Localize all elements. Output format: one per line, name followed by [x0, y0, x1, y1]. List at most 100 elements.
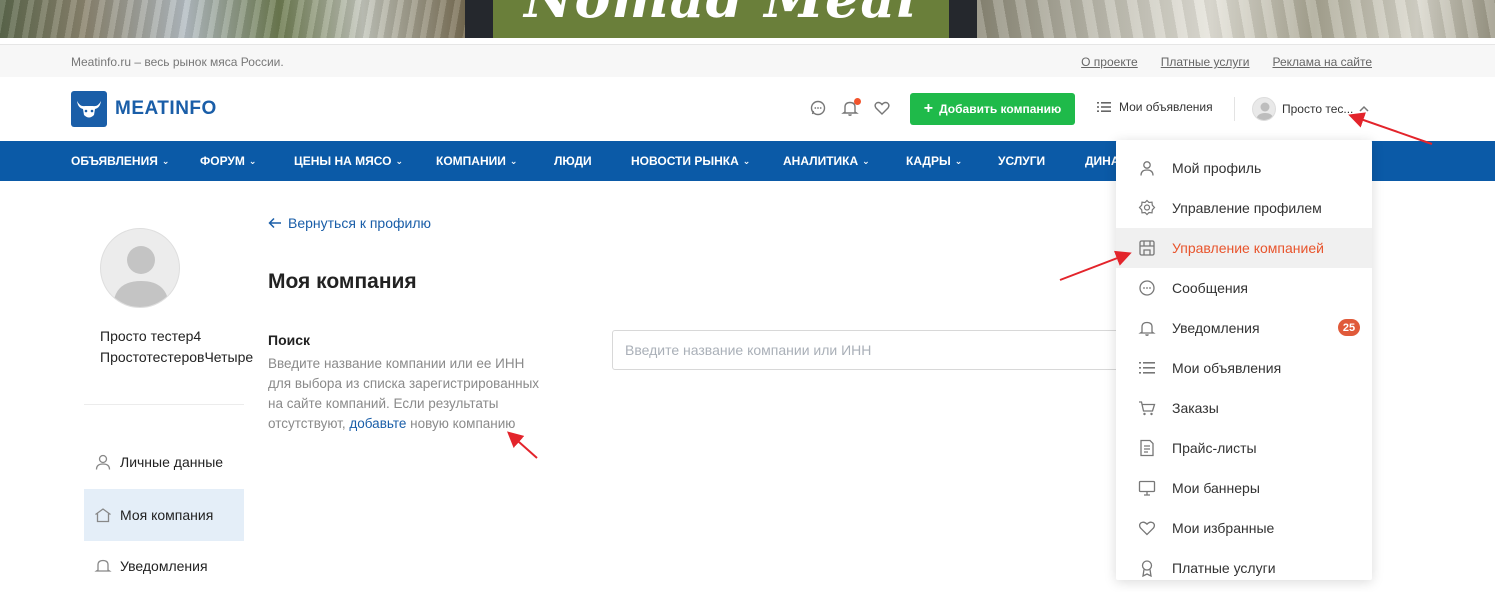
sidebar-item-label: Уведомления — [120, 558, 208, 574]
monitor-icon — [1138, 479, 1156, 497]
nav-item-label: ДИНА — [1085, 154, 1120, 168]
nav-item-meat-prices[interactable]: ЦЕНЫ НА МЯСО ⌄ — [294, 141, 403, 181]
menu-item-label: Прайс-листы — [1172, 440, 1257, 456]
bell-icon[interactable] — [841, 98, 861, 117]
my-ads-link[interactable]: Мои объявления — [1097, 100, 1213, 114]
nav-item-label: ЦЕНЫ НА МЯСО — [294, 154, 392, 168]
menu-item-paid-services[interactable]: Платные услуги — [1116, 548, 1372, 588]
sidebar-item-label: Личные данные — [120, 454, 224, 470]
menu-item-messages[interactable]: Сообщения — [1116, 268, 1372, 308]
store-icon — [1138, 239, 1156, 257]
menu-item-label: Управление компанией — [1172, 240, 1324, 256]
site-header: MEATINFO + Добавить компанию Мои объявле… — [0, 77, 1495, 141]
chevron-down-icon: ⌄ — [509, 155, 518, 166]
chevron-down-icon: ⌄ — [161, 155, 170, 166]
add-company-link[interactable]: добавьте — [349, 416, 406, 431]
sidebar-item-notifications[interactable]: Уведомления — [84, 540, 244, 592]
user-name: Просто тес... — [1282, 102, 1354, 116]
chevron-up-icon — [1359, 105, 1369, 112]
sidebar-item-label: Моя компания — [120, 507, 214, 523]
nav-item-label: УСЛУГИ — [998, 154, 1046, 168]
nav-item-ads[interactable]: ОБЪЯВЛЕНИЯ ⌄ — [71, 141, 169, 181]
heart-icon[interactable] — [873, 99, 891, 117]
chevron-down-icon: ⌄ — [742, 155, 751, 166]
add-company-label: Добавить компанию — [939, 102, 1062, 116]
chat-icon — [1138, 279, 1156, 297]
site-tagline: Meatinfo.ru – весь рынок мяса России. — [71, 55, 284, 69]
menu-item-label: Мои баннеры — [1172, 480, 1260, 496]
banner-ad[interactable]: Nomad Meal — [465, 0, 977, 38]
page-title: Моя компания — [268, 270, 417, 293]
banner-ad-text: Nomad Meal — [493, 0, 949, 30]
nav-item-forum[interactable]: ФОРУМ ⌄ — [200, 141, 256, 181]
heart-icon — [1138, 519, 1156, 537]
nav-item-label: ЛЮДИ — [554, 154, 592, 168]
menu-item-manage-profile[interactable]: Управление профилем — [1116, 188, 1372, 228]
menu-item-label: Мои избранные — [1172, 520, 1275, 536]
list-icon — [1097, 102, 1111, 112]
nav-item-dynamics[interactable]: ДИНА — [1085, 141, 1120, 181]
avatar — [1252, 97, 1276, 121]
menu-item-favorites[interactable]: Мои избранные — [1116, 508, 1372, 548]
header-divider — [1234, 97, 1235, 121]
logo-text: MEATINFO — [115, 98, 217, 119]
menu-item-label: Уведомления — [1172, 320, 1260, 336]
notification-dot — [854, 98, 861, 105]
home-icon — [95, 508, 111, 523]
menu-item-my-profile[interactable]: Мой профиль — [1116, 148, 1372, 188]
chat-icon[interactable] — [809, 99, 827, 117]
chevron-down-icon: ⌄ — [954, 155, 963, 166]
menu-item-label: Управление профилем — [1172, 200, 1322, 216]
nav-item-label: КОМПАНИИ — [436, 154, 506, 168]
nav-item-services[interactable]: УСЛУГИ — [998, 141, 1045, 181]
notifications-count-badge: 25 — [1338, 319, 1360, 336]
sidebar-item-personal-data[interactable]: Личные данные — [84, 436, 244, 488]
list-icon — [1138, 359, 1156, 377]
user-icon — [1138, 159, 1156, 177]
menu-item-price-lists[interactable]: Прайс-листы — [1116, 428, 1372, 468]
paid-services-link[interactable]: Платные услуги — [1161, 55, 1250, 69]
settings-icon — [1138, 199, 1156, 217]
annotation-arrow-add-link — [507, 431, 538, 459]
banner-photo-left — [0, 0, 465, 38]
chevron-down-icon: ⌄ — [395, 155, 404, 166]
back-to-profile-link[interactable]: Вернуться к профилю — [268, 215, 431, 231]
sidebar-divider — [84, 404, 244, 405]
user-dropdown-menu: Мой профиль Управление профилем Управлен… — [1116, 140, 1372, 580]
menu-item-label: Мои объявления — [1172, 360, 1282, 376]
sidebar-item-my-company[interactable]: Моя компания — [84, 489, 244, 541]
menu-item-label: Сообщения — [1172, 280, 1248, 296]
banner-photo-right — [977, 0, 1495, 38]
company-search-input[interactable] — [612, 330, 1142, 370]
bell-icon — [94, 559, 112, 572]
nav-item-label: КАДРЫ — [906, 154, 951, 168]
search-help-tail: новую компанию — [410, 416, 516, 431]
menu-item-manage-company[interactable]: Управление компанией — [1116, 228, 1372, 268]
user-menu-toggle[interactable]: Просто тес... — [1252, 97, 1369, 121]
nav-item-label: АНАЛИТИКА — [783, 154, 859, 168]
nav-item-people[interactable]: ЛЮДИ — [554, 141, 592, 181]
top-info-bar: Meatinfo.ru – весь рынок мяса России. О … — [0, 44, 1495, 77]
about-link[interactable]: О проекте — [1081, 55, 1138, 69]
document-icon — [1138, 439, 1156, 457]
chevron-down-icon: ⌄ — [248, 155, 257, 166]
profile-avatar — [100, 228, 180, 308]
nav-item-market-news[interactable]: НОВОСТИ РЫНКА ⌄ — [631, 141, 750, 181]
add-company-button[interactable]: + Добавить компанию — [910, 93, 1075, 125]
menu-item-notifications[interactable]: Уведомления 25 — [1116, 308, 1372, 348]
top-links: О проекте Платные услуги Реклама на сайт… — [1081, 55, 1372, 69]
nav-item-label: ФОРУМ — [200, 154, 245, 168]
menu-item-my-banners[interactable]: Мои баннеры — [1116, 468, 1372, 508]
search-label: Поиск — [268, 332, 311, 348]
advertising-link[interactable]: Реклама на сайте — [1272, 55, 1372, 69]
top-banner[interactable]: Nomad Meal — [0, 0, 1495, 40]
site-logo[interactable]: MEATINFO — [71, 91, 217, 127]
nav-item-analytics[interactable]: АНАЛИТИКА ⌄ — [783, 141, 870, 181]
nav-item-jobs[interactable]: КАДРЫ ⌄ — [906, 141, 962, 181]
plus-icon: + — [923, 100, 934, 117]
nav-item-companies[interactable]: КОМПАНИИ ⌄ — [436, 141, 517, 181]
menu-item-orders[interactable]: Заказы — [1116, 388, 1372, 428]
cart-icon — [1138, 399, 1156, 417]
menu-item-my-ads[interactable]: Мои объявления — [1116, 348, 1372, 388]
profile-name: Просто тестер4 ПростотестеровЧетыре — [100, 328, 254, 365]
